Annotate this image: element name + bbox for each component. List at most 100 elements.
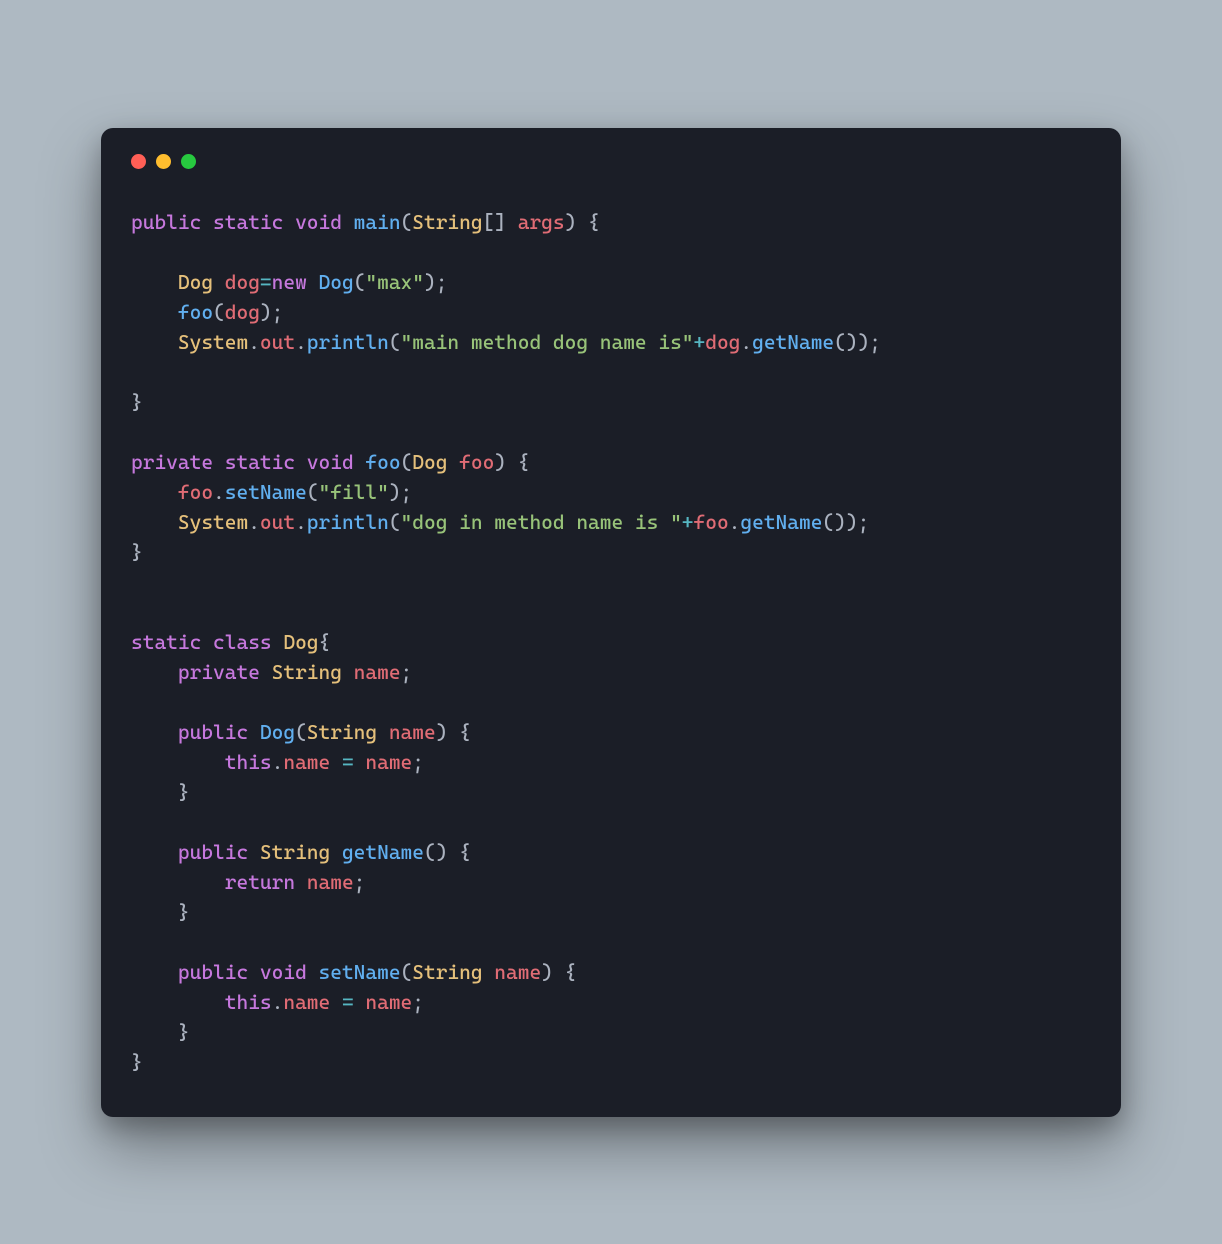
code-token: foo bbox=[178, 480, 213, 504]
code-token: . bbox=[295, 510, 307, 534]
code-token: = bbox=[342, 750, 354, 774]
code-token: void bbox=[295, 210, 342, 234]
code-token: setName bbox=[319, 960, 401, 984]
code-token: ; bbox=[412, 990, 424, 1014]
code-token bbox=[201, 630, 213, 654]
code-token: name bbox=[365, 990, 412, 1014]
code-token: String bbox=[412, 960, 482, 984]
code-token: public bbox=[178, 960, 248, 984]
code-token: dog bbox=[225, 270, 260, 294]
code-token: setName bbox=[225, 480, 307, 504]
code-token: } bbox=[131, 1020, 190, 1044]
code-token bbox=[131, 960, 178, 984]
code-token bbox=[213, 270, 225, 294]
code-token bbox=[248, 840, 260, 864]
code-token bbox=[131, 870, 225, 894]
code-token: ()); bbox=[834, 330, 881, 354]
code-token: void bbox=[260, 960, 307, 984]
code-token bbox=[295, 870, 307, 894]
close-icon[interactable] bbox=[131, 154, 146, 169]
code-token: foo bbox=[694, 510, 729, 534]
window-titlebar bbox=[131, 154, 1091, 169]
code-token: ; bbox=[354, 870, 366, 894]
code-token: . bbox=[272, 750, 284, 774]
code-token: System bbox=[178, 510, 248, 534]
code-token: Dog bbox=[412, 450, 447, 474]
code-token bbox=[131, 990, 225, 1014]
zoom-icon[interactable] bbox=[181, 154, 196, 169]
code-token: "main method dog name is" bbox=[401, 330, 694, 354]
code-token: { bbox=[319, 630, 331, 654]
code-token: this bbox=[225, 990, 272, 1014]
code-token bbox=[131, 300, 178, 324]
code-token bbox=[295, 450, 307, 474]
code-token: public bbox=[131, 210, 201, 234]
code-token: ()); bbox=[822, 510, 869, 534]
code-token: getName bbox=[342, 840, 424, 864]
code-token: ) { bbox=[436, 720, 471, 744]
code-token: . bbox=[248, 330, 260, 354]
code-token: private bbox=[131, 450, 213, 474]
code-token: ( bbox=[389, 510, 401, 534]
code-token: "dog in method name is " bbox=[401, 510, 682, 534]
code-token: dog bbox=[225, 300, 260, 324]
code-token: } bbox=[131, 390, 143, 414]
code-token: Dog bbox=[283, 630, 318, 654]
code-token: ( bbox=[401, 960, 413, 984]
code-token: Dog bbox=[319, 270, 354, 294]
code-token: name bbox=[283, 750, 330, 774]
code-token bbox=[342, 660, 354, 684]
code-token: name bbox=[354, 660, 401, 684]
code-token: ) { bbox=[541, 960, 576, 984]
code-token: ( bbox=[295, 720, 307, 744]
minimize-icon[interactable] bbox=[156, 154, 171, 169]
code-token: getName bbox=[752, 330, 834, 354]
code-token: ( bbox=[389, 330, 401, 354]
code-token: static bbox=[131, 630, 201, 654]
code-token bbox=[131, 270, 178, 294]
code-token bbox=[131, 480, 178, 504]
code-token: + bbox=[682, 510, 694, 534]
code-token bbox=[377, 720, 389, 744]
code-token: = bbox=[260, 270, 272, 294]
code-token: ; bbox=[401, 660, 413, 684]
code-token: foo bbox=[365, 450, 400, 474]
code-token: "max" bbox=[365, 270, 424, 294]
code-token: "fill" bbox=[319, 480, 389, 504]
code-token: ); bbox=[260, 300, 283, 324]
code-token: String bbox=[412, 210, 482, 234]
code-token: . bbox=[729, 510, 741, 534]
code-token: ( bbox=[401, 210, 413, 234]
code-token: name bbox=[307, 870, 354, 894]
code-token: name bbox=[389, 720, 436, 744]
code-token: String bbox=[307, 720, 377, 744]
code-token bbox=[447, 450, 459, 474]
code-token bbox=[307, 960, 319, 984]
code-token: String bbox=[272, 660, 342, 684]
code-token: public bbox=[178, 840, 248, 864]
code-token bbox=[342, 210, 354, 234]
code-token: ); bbox=[424, 270, 447, 294]
code-token bbox=[213, 450, 225, 474]
code-token: foo bbox=[178, 300, 213, 324]
code-token: } bbox=[131, 900, 190, 924]
code-token: static bbox=[225, 450, 295, 474]
code-token bbox=[201, 210, 213, 234]
code-token: ); bbox=[389, 480, 412, 504]
code-token bbox=[330, 750, 342, 774]
code-token: ) { bbox=[494, 450, 529, 474]
code-token: return bbox=[225, 870, 295, 894]
code-token: name bbox=[494, 960, 541, 984]
code-token: } bbox=[131, 540, 143, 564]
code-token: args bbox=[518, 210, 565, 234]
code-token: println bbox=[307, 330, 389, 354]
code-token bbox=[131, 510, 178, 534]
code-block: public static void main(String[] args) {… bbox=[131, 207, 1091, 1077]
code-token: } bbox=[131, 780, 190, 804]
code-token: . bbox=[295, 330, 307, 354]
code-token: ; bbox=[412, 750, 424, 774]
code-token: ( bbox=[307, 480, 319, 504]
code-token bbox=[330, 990, 342, 1014]
code-token bbox=[283, 210, 295, 234]
code-token: ) { bbox=[565, 210, 600, 234]
